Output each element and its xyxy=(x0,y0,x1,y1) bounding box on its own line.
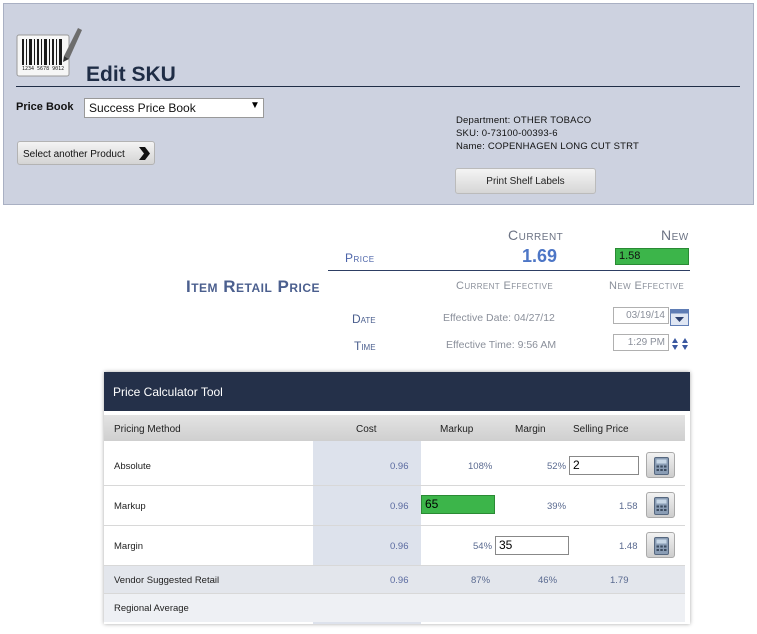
margin-value: 52% xyxy=(547,461,567,472)
price-book-value: Success Price Book xyxy=(89,101,196,115)
col-selling-price: Selling Price xyxy=(573,424,629,435)
product-name-info: Name: COPENHAGEN LONG CUT STRT xyxy=(456,141,640,152)
selling-price-value: 1.48 xyxy=(619,541,638,552)
cost-value: 0.96 xyxy=(390,541,409,552)
item-retail-price-heading: Item Retail Price xyxy=(186,277,321,296)
cost-value: 0.96 xyxy=(390,461,409,472)
selling-price-input[interactable]: 2 xyxy=(569,456,639,475)
table-row-vendor-suggested: Vendor Suggested Retail 0.96 87% 46% 1.7… xyxy=(104,566,685,594)
new-date-input[interactable]: 03/19/14 xyxy=(613,307,669,324)
date-label: Date xyxy=(352,312,376,326)
markup-input[interactable]: 65 xyxy=(421,495,495,514)
print-shelf-labels-button[interactable]: Print Shelf Labels xyxy=(455,168,596,194)
method-name: Margin xyxy=(114,541,144,552)
time-label: Time xyxy=(354,339,376,353)
calculate-button[interactable] xyxy=(646,492,675,518)
calculate-button[interactable] xyxy=(646,532,675,558)
table-row-absolute: Absolute 0.96 108% 52% 2 xyxy=(104,444,685,486)
margin-input[interactable]: 35 xyxy=(495,536,569,555)
select-product-label: Select another Product xyxy=(23,149,125,160)
selling-price-value: 1.58 xyxy=(619,501,638,512)
department-info: Department: OTHER TOBACO xyxy=(456,115,592,126)
col-pricing-method: Pricing Method xyxy=(114,424,181,435)
dropdown-arrow-icon[interactable]: ▼ xyxy=(250,100,260,111)
calendar-icon[interactable] xyxy=(670,309,689,326)
new-effective-header: New Effective xyxy=(609,280,685,292)
method-name: Absolute xyxy=(114,461,151,472)
table-row-regional-average: Regional Average xyxy=(104,594,685,622)
current-price-value: 1.69 xyxy=(522,246,558,266)
selling-price-value: 1.79 xyxy=(610,575,629,586)
time-stepper-icon[interactable] xyxy=(671,337,689,351)
current-effective-header: Current Effective xyxy=(456,280,554,292)
price-book-select[interactable]: Success Price Book xyxy=(84,98,264,118)
sku-info: SKU: 0-73100-00393-6 xyxy=(456,128,558,139)
calculator-icon xyxy=(654,457,669,475)
barcode-pen-icon: 1234 5678 9012 xyxy=(16,26,82,78)
new-column-header: New xyxy=(661,227,689,243)
margin-value: 46% xyxy=(538,575,558,586)
method-name: Vendor Suggested Retail xyxy=(114,575,220,586)
effective-time-value: Effective Time: 9:56 AM xyxy=(446,339,557,351)
calculate-button[interactable] xyxy=(646,452,675,478)
col-markup: Markup xyxy=(440,424,474,435)
margin-value: 39% xyxy=(547,501,567,512)
price-book-label: Price Book xyxy=(16,101,74,113)
method-name: Markup xyxy=(114,501,146,512)
cost-value: 0.96 xyxy=(390,501,409,512)
method-name: Regional Average xyxy=(114,603,189,614)
title-divider xyxy=(16,86,740,87)
col-cost: Cost xyxy=(356,424,377,435)
calculator-title: Price Calculator Tool xyxy=(104,372,690,411)
new-time-input[interactable]: 1:29 PM xyxy=(613,334,669,351)
new-price-input[interactable]: 1.58 xyxy=(615,248,689,265)
price-calculator-panel: Price Calculator Tool Pricing Method Cos… xyxy=(104,372,690,624)
table-row-markup: Markup 0.96 65 39% 1.58 xyxy=(104,486,685,526)
barcode-digits: 1234 5678 9012 xyxy=(22,66,65,72)
markup-value: 108% xyxy=(468,461,493,472)
col-margin: Margin xyxy=(515,424,546,435)
select-another-product-button[interactable]: Select another Product xyxy=(17,141,155,165)
price-divider xyxy=(328,270,690,271)
markup-value: 54% xyxy=(473,541,493,552)
calculator-table-header: Pricing Method Cost Markup Margin Sellin… xyxy=(104,415,685,441)
effective-date-value: Effective Date: 04/27/12 xyxy=(443,312,555,324)
price-label: Price xyxy=(345,251,375,265)
table-row-margin: Margin 0.96 54% 35 1.48 xyxy=(104,526,685,566)
calculator-icon xyxy=(654,497,669,515)
calculator-icon xyxy=(654,537,669,555)
markup-value: 87% xyxy=(471,575,491,586)
page-title: Edit SKU xyxy=(86,63,176,86)
current-column-header: Current xyxy=(508,227,564,243)
cost-value: 0.96 xyxy=(390,575,409,586)
chevron-right-icon xyxy=(139,147,150,160)
